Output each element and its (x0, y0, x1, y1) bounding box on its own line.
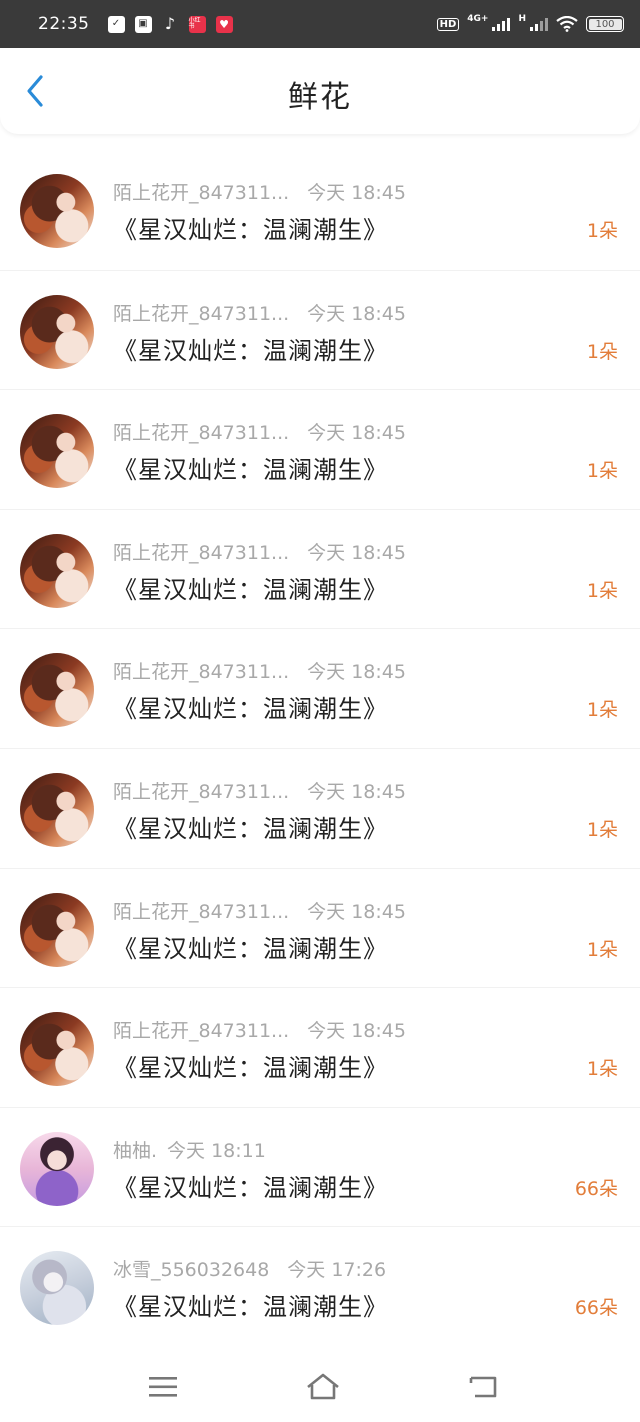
avatar[interactable] (20, 892, 94, 967)
send-time: 今天 18:45 (307, 422, 406, 445)
user-name[interactable]: 陌上花开_847311... (113, 1020, 289, 1042)
red-book-app-icon: 小红书 (188, 15, 206, 33)
book-title: 《星汉灿烂：温澜潮生》 (113, 1173, 388, 1202)
signal-strength-2-icon (530, 17, 548, 31)
meta-line: 冰雪_556032648 今天 17:26 (113, 1255, 386, 1282)
send-time: 今天 17:26 (287, 1259, 387, 1282)
hd-badge: HD (436, 17, 460, 31)
send-time: 今天 18:45 (307, 1020, 406, 1043)
flower-count: 1朵 (586, 579, 618, 602)
meta-line: 柚柚. 今天 18:11 (113, 1136, 266, 1163)
list-item[interactable]: 冰雪_556032648 今天 17:26 《星汉灿烂：温澜潮生》 66朵 (0, 1226, 640, 1346)
meta-line: 陌上花开_847311... 今天 18:45 (113, 657, 406, 684)
user-name[interactable]: 陌上花开_847311... (113, 303, 289, 325)
meta-line: 陌上花开_847311... 今天 18:45 (113, 777, 406, 804)
send-time: 今天 18:45 (307, 900, 406, 923)
send-time: 今天 18:11 (167, 1139, 266, 1162)
user-name[interactable]: 陌上花开_847311... (113, 661, 289, 683)
back-icon (469, 1376, 497, 1398)
heart-app-icon: ♥ (215, 15, 233, 33)
flower-count: 1朵 (586, 220, 618, 242)
list-item[interactable]: 陌上花开_847311... 今天 18:45 《星汉灿烂：温澜潮生》 1朵 (0, 867, 640, 988)
battery-level: 100 (595, 18, 615, 30)
avatar[interactable] (20, 772, 94, 847)
status-notification-icons: ✓ ▣ ♪ 小红书 ♥ (107, 14, 233, 33)
send-time: 今天 18:45 (307, 302, 406, 325)
book-title: 《星汉灿烂：温澜潮生》 (113, 1054, 388, 1083)
red-app-label: 小红书 (188, 17, 201, 30)
avatar[interactable] (20, 1012, 94, 1087)
avatar[interactable] (20, 1251, 94, 1326)
system-nav-bar (0, 1352, 640, 1422)
flower-count: 1朵 (586, 340, 618, 363)
home-button[interactable] (306, 1372, 340, 1402)
list-item[interactable]: 陌上花开_847311... 今天 18:45 《星汉灿烂：温澜潮生》 1朵 (0, 628, 640, 748)
user-name[interactable]: 陌上花开_847311... (113, 542, 289, 564)
meta-line: 陌上花开_847311... 今天 18:45 (113, 538, 406, 565)
send-time: 今天 18:45 (307, 541, 406, 564)
book-title: 《星汉灿烂：温澜潮生》 (113, 575, 388, 604)
avatar[interactable] (20, 174, 94, 248)
gallery-app-icon: ▣ (134, 15, 152, 33)
list-item[interactable]: 陌上花开_847311... 今天 18:45 《星汉灿烂：温澜潮生》 1朵 (0, 508, 640, 629)
meta-line: 陌上花开_847311... 今天 18:45 (113, 418, 406, 445)
page-title: 鲜花 (288, 80, 352, 115)
flower-count: 1朵 (586, 699, 618, 722)
avatar[interactable] (20, 414, 94, 489)
page-header: 鲜花 (0, 48, 640, 134)
meta-line: 陌上花开_847311... 今天 18:45 (113, 1016, 406, 1043)
meta-line: 陌上花开_847311... 今天 18:45 (113, 897, 406, 924)
avatar[interactable] (20, 294, 94, 369)
book-title: 《星汉灿烂：温澜潮生》 (113, 216, 388, 244)
avatar[interactable] (20, 653, 94, 728)
meta-line: 陌上花开_847311... 今天 18:45 (113, 178, 406, 205)
meta-line: 陌上花开_847311... 今天 18:45 (113, 299, 406, 326)
list-item[interactable]: 陌上花开_847311... 今天 18:45 《星汉灿烂：温澜潮生》 1朵 (0, 269, 640, 390)
network-type-label: 4G+ (467, 14, 489, 24)
list-item[interactable]: 陌上花开_847311... 今天 18:45 《星汉灿烂：温澜潮生》 1朵 (0, 389, 640, 509)
flower-count: 66朵 (574, 1177, 618, 1200)
user-name[interactable]: 陌上花开_847311... (113, 781, 289, 803)
flower-count: 1朵 (586, 938, 618, 961)
list-item[interactable]: 陌上花开_847311... 今天 18:45 《星汉灿烂：温澜潮生》 1朵 (0, 987, 640, 1107)
book-title: 《星汉灿烂：温澜潮生》 (113, 336, 388, 365)
list-item[interactable]: 陌上花开_847311... 今天 18:45 《星汉灿烂：温澜潮生》 1朵 (0, 150, 640, 270)
book-title: 《星汉灿烂：温澜潮生》 (113, 456, 388, 485)
avatar[interactable] (20, 533, 94, 608)
list-item[interactable]: 陌上花开_847311... 今天 18:45 《星汉灿烂：温澜潮生》 1朵 (0, 747, 640, 868)
user-name[interactable]: 冰雪_556032648 (113, 1259, 269, 1281)
flower-count: 1朵 (586, 818, 618, 841)
list-item[interactable]: 柚柚. 今天 18:11 《星汉灿烂：温澜潮生》 66朵 (0, 1106, 640, 1227)
network-h-label: H (518, 14, 526, 24)
home-icon (307, 1373, 339, 1400)
back-nav-button[interactable] (466, 1372, 500, 1402)
book-title: 《星汉灿烂：温澜潮生》 (113, 1293, 388, 1322)
book-title: 《星汉灿烂：温澜潮生》 (113, 814, 388, 843)
user-name[interactable]: 陌上花开_847311... (113, 901, 289, 923)
book-title: 《星汉灿烂：温澜潮生》 (113, 695, 388, 724)
menu-button[interactable] (146, 1372, 180, 1402)
avatar[interactable] (20, 1131, 94, 1206)
send-time: 今天 18:45 (307, 661, 406, 684)
flower-count: 66朵 (574, 1297, 618, 1320)
send-time: 今天 18:45 (307, 182, 406, 204)
signal-strength-icon (492, 17, 511, 31)
book-title: 《星汉灿烂：温澜潮生》 (113, 934, 388, 963)
user-name[interactable]: 陌上花开_847311... (113, 182, 289, 204)
flower-record-list: 陌上花开_847311... 今天 18:45 《星汉灿烂：温澜潮生》 1朵 陌上… (0, 150, 640, 1346)
user-name[interactable]: 柚柚. (113, 1140, 157, 1162)
user-name[interactable]: 陌上花开_847311... (113, 422, 289, 444)
check-clipboard-icon: ✓ (107, 15, 125, 33)
menu-icon (149, 1377, 177, 1397)
flower-count: 1朵 (586, 1058, 618, 1081)
wifi-icon (556, 16, 578, 32)
status-bar: 22:35 ✓ ▣ ♪ 小红书 ♥ HD 4G+ H 100 (0, 0, 640, 48)
battery-icon: 100 (586, 16, 624, 32)
status-time: 22:35 (38, 14, 90, 34)
status-system-icons: HD 4G+ H 100 (436, 14, 624, 32)
tiktok-icon: ♪ (164, 14, 176, 33)
flower-count: 1朵 (586, 460, 618, 483)
send-time: 今天 18:45 (307, 780, 406, 803)
